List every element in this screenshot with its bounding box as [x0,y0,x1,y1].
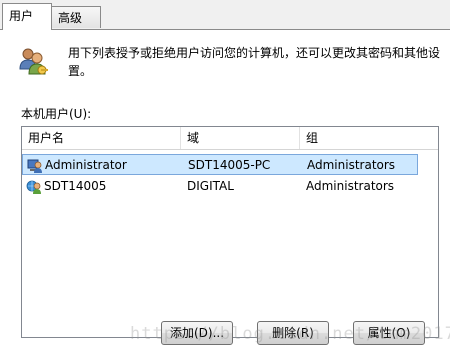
row-username: Administrator [45,158,127,172]
properties-button[interactable]: 属性(O) [353,321,425,345]
row-domain: DIGITAL [187,179,234,193]
column-header-group[interactable]: 组 [300,127,438,149]
row-domain: SDT14005-PC [188,158,271,172]
row-username: SDT14005 [44,179,107,193]
local-users-label: 本机用户(U): [21,107,92,121]
table-row[interactable]: Administrator SDT14005-PC Administrators [22,154,418,175]
tab-advanced-label: 高级 [58,11,83,25]
remove-button[interactable]: 删除(R) [257,321,329,345]
tab-users-label: 用户 [9,9,34,23]
users-icon [19,48,48,75]
admin-user-icon [27,159,42,173]
column-header-username[interactable]: 用户名 [22,127,181,149]
list-header: 用户名 域 组 [22,127,438,150]
add-button[interactable]: 添加(D)... [161,321,233,345]
users-list[interactable]: 用户名 域 组 Administrator SDT14005-PC Admini… [21,126,439,338]
description-text: 用下列表授予或拒绝用户访问您的计算机，还可以更改其密码和其他设置。 [68,46,441,78]
users-panel: 用下列表授予或拒绝用户访问您的计算机，还可以更改其密码和其他设置。 本机用户(U… [0,29,450,359]
tab-advanced[interactable]: 高级 [51,6,101,28]
domain-user-icon [26,180,41,194]
tab-strip: 用户 高级 [0,0,450,30]
row-group: Administrators [307,158,396,172]
row-group: Administrators [306,179,395,193]
table-row[interactable]: SDT14005 DIGITAL Administrators [22,176,418,197]
column-header-domain[interactable]: 域 [181,127,300,149]
tab-users[interactable]: 用户 [2,3,52,30]
